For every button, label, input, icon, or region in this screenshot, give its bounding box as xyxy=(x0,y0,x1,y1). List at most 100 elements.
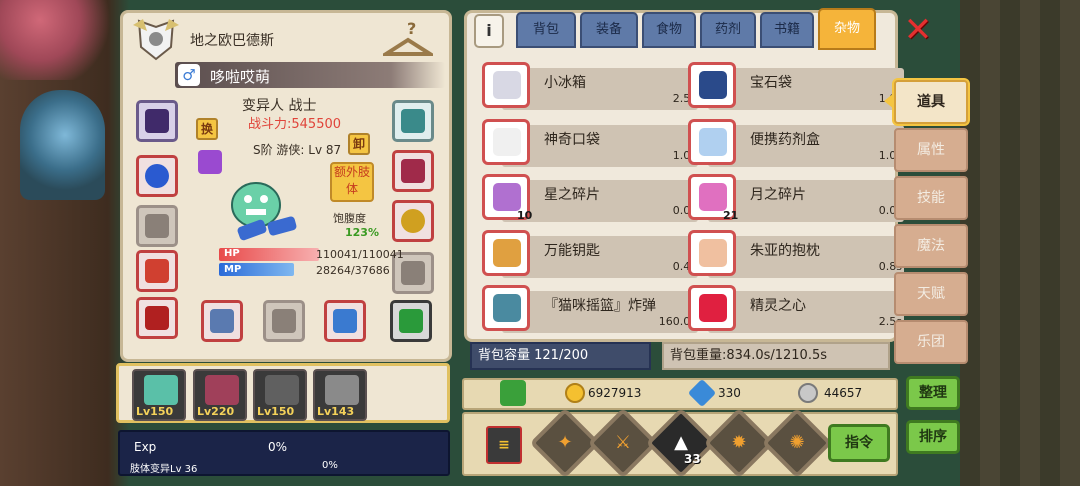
equip-slot-amulet[interactable] xyxy=(136,155,178,197)
tab-potion[interactable]: 药剂 xyxy=(700,12,756,48)
item-name: 小冰箱 xyxy=(544,75,586,91)
bag-weight: 背包重量:834.0s/1210.5s xyxy=(662,342,890,370)
diamond-amount: 330 xyxy=(718,386,741,400)
demon-mask-icon xyxy=(145,306,169,330)
item-row-bg xyxy=(708,291,904,333)
pocket-icon xyxy=(493,128,521,156)
exp-label: Exp xyxy=(134,440,157,454)
side-tab-3[interactable]: 魔法 xyxy=(894,224,968,268)
rank-badge-icon xyxy=(133,19,179,61)
party-avatar xyxy=(325,375,359,405)
equip-slot-accessory[interactable] xyxy=(196,148,224,176)
tab-misc[interactable]: 杂物 xyxy=(818,8,876,50)
mp-label: MP xyxy=(224,264,242,275)
tab-equipment[interactable]: 装备 xyxy=(580,12,638,48)
swordfish-icon xyxy=(333,309,357,333)
item-slot[interactable]: 21 xyxy=(688,174,739,222)
equip-slot-armor[interactable] xyxy=(136,250,178,292)
organize-button[interactable]: 整理 xyxy=(906,376,960,410)
info-icon[interactable]: i xyxy=(474,14,504,48)
inventory-item[interactable]: 『猫咪摇篮』炸弹 160.0s xyxy=(482,285,698,333)
inventory-item[interactable]: 21 月之碎片 0.0s xyxy=(688,174,904,222)
equip-slot-shield[interactable] xyxy=(392,100,434,142)
party-level: Lv143 xyxy=(317,405,355,418)
party-member-1[interactable]: Lv150 xyxy=(132,369,186,421)
item-slot[interactable] xyxy=(688,285,736,331)
item-row-bg xyxy=(502,236,698,278)
side-tab-1[interactable]: 属性 xyxy=(894,128,968,172)
item-slot[interactable] xyxy=(482,119,530,165)
party-member-3[interactable]: Lv150 xyxy=(253,369,307,421)
swap-button[interactable]: 换 xyxy=(196,118,218,140)
unequip-button[interactable]: 卸 xyxy=(348,133,370,155)
stage-level: S阶 游侠: Lv 87 xyxy=(253,143,342,157)
limb-mutation-value: 0% xyxy=(322,460,338,471)
party-member-4[interactable]: Lv143 xyxy=(313,369,367,421)
inventory-item[interactable]: 万能钥匙 0.4s xyxy=(482,230,698,278)
item-name: 便携药剂盒 xyxy=(750,132,820,148)
item-name: 宝石袋 xyxy=(750,75,792,91)
equip-slot-device[interactable] xyxy=(390,300,432,342)
rune-icon: ✺ xyxy=(789,432,805,453)
item-slot[interactable]: 10 xyxy=(482,174,533,222)
equip-slot-weapon[interactable] xyxy=(201,300,243,342)
inventory-item[interactable]: 精灵之心 2.5s xyxy=(688,285,904,333)
item-slot[interactable] xyxy=(688,119,736,165)
male-gender-icon: ♂ xyxy=(178,64,200,86)
inventory-item[interactable]: 便携药剂盒 1.0s xyxy=(688,119,904,167)
fridge-icon xyxy=(493,71,521,99)
close-icon[interactable]: ✕ xyxy=(900,12,936,48)
costume-hanger-icon[interactable]: ? xyxy=(383,20,433,60)
heart-icon xyxy=(699,294,727,322)
tab-food[interactable]: 食物 xyxy=(642,12,696,48)
inventory-item[interactable]: 朱亚的抱枕 0.8s xyxy=(688,230,904,278)
command-button[interactable]: 指令 xyxy=(828,424,890,462)
key-icon xyxy=(493,239,521,267)
equip-slot-offhand[interactable] xyxy=(324,300,366,342)
moon-shard-icon xyxy=(699,183,727,211)
side-tab-0[interactable]: 道具 xyxy=(894,80,968,124)
side-tab-2[interactable]: 技能 xyxy=(894,176,968,220)
equip-slot-empty-1[interactable] xyxy=(136,205,178,247)
gold-coin-icon xyxy=(565,383,585,403)
side-tab-5[interactable]: 乐团 xyxy=(894,320,968,364)
silver-amount: 44657 xyxy=(824,386,863,400)
item-count: 21 xyxy=(723,209,739,222)
satiety-label: 饱腹度 xyxy=(333,212,366,225)
numbered-list-icon[interactable]: ≡ xyxy=(486,426,522,464)
extra-limb-button[interactable]: 额外肢体 xyxy=(330,162,374,202)
inventory-item[interactable]: 小冰箱 2.5s xyxy=(482,62,698,110)
item-slot[interactable] xyxy=(482,62,530,108)
party-avatar xyxy=(265,375,299,405)
side-tab-4[interactable]: 天赋 xyxy=(894,272,968,316)
item-slot[interactable] xyxy=(482,230,530,276)
party-avatar xyxy=(144,375,178,405)
item-slot[interactable] xyxy=(688,62,736,108)
empty-slot-icon xyxy=(401,261,425,285)
item-slot[interactable] xyxy=(482,285,530,331)
equip-slot-ring[interactable] xyxy=(392,200,434,242)
sort-button[interactable]: 排序 xyxy=(906,420,960,454)
inventory-item[interactable]: 宝石袋 1.0s xyxy=(688,62,904,110)
inventory-item[interactable]: 神奇口袋 1.0s xyxy=(482,119,698,167)
mp-value: 28264/37686 xyxy=(316,264,390,277)
svg-text:?: ? xyxy=(407,20,416,38)
character-class: 变异人 战士 xyxy=(242,98,317,114)
equip-slot-cape[interactable] xyxy=(392,150,434,192)
bag-capacity: 背包容量 121/200 xyxy=(470,342,651,370)
tab-books[interactable]: 书籍 xyxy=(760,12,814,48)
inventory-item[interactable]: 10 星之碎片 0.0s xyxy=(482,174,698,222)
item-name: 朱亚的抱枕 xyxy=(750,243,820,259)
download-icon[interactable] xyxy=(500,380,526,406)
item-slot[interactable] xyxy=(688,230,736,276)
hood-icon xyxy=(401,159,425,183)
equip-slot-empty-2[interactable] xyxy=(263,300,305,342)
potion-box-icon xyxy=(699,128,727,156)
tab-backpack[interactable]: 背包 xyxy=(516,12,576,48)
equip-slot-helmet[interactable] xyxy=(136,100,178,142)
equip-slot-belt[interactable] xyxy=(136,297,178,339)
party-member-2[interactable]: Lv220 xyxy=(193,369,247,421)
item-name: 月之碎片 xyxy=(750,187,806,203)
armor-icon xyxy=(145,259,169,283)
item-count: 10 xyxy=(517,209,533,222)
